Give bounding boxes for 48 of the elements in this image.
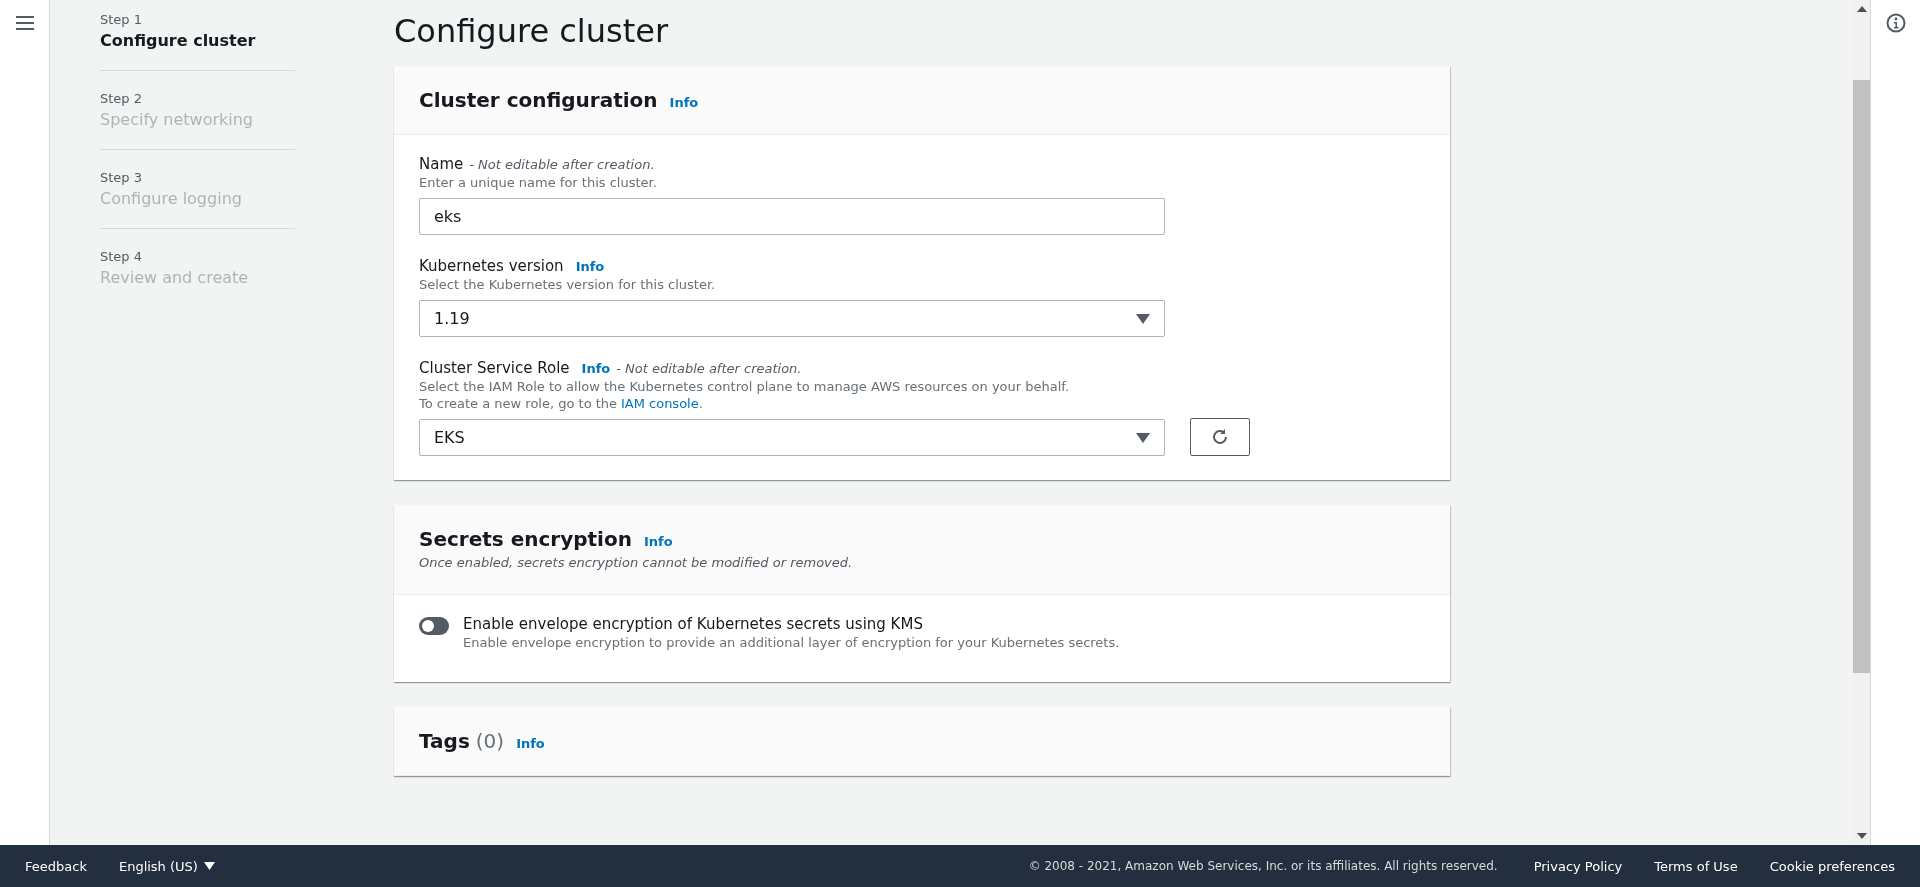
step-label: Step 2 — [100, 91, 143, 106]
caret-icon — [1136, 432, 1150, 443]
refresh-button[interactable] — [1190, 418, 1250, 456]
card-description: Once enabled, secrets encryption cannot be modified or removed. — [419, 555, 853, 570]
field-description: Select the Kubernetes version for this cluster. — [419, 277, 717, 292]
info-link[interactable]: Info — [516, 736, 545, 751]
footer-link[interactable]: Terms of Use — [1654, 858, 1738, 874]
scroll-up-icon[interactable] — [1856, 6, 1867, 12]
field-description: Enter a unique name for this cluster. — [419, 175, 658, 190]
punctuation: . — [698, 396, 703, 411]
step-label: Step 1 — [100, 12, 143, 27]
info-link[interactable]: Info — [575, 259, 605, 274]
tag-count: (0) — [475, 729, 505, 753]
iam-console-link[interactable]: IAM console — [620, 396, 699, 411]
language-selector[interactable]: English (US) — [118, 858, 215, 874]
caret-icon — [1136, 313, 1150, 324]
footer-link[interactable]: Cookie preferences — [1769, 858, 1895, 874]
caret-icon — [203, 862, 215, 870]
field-note: - Not editable after creation. — [616, 361, 802, 376]
field-label: Cluster Service Role — [419, 359, 570, 377]
card-title: Secrets encryption — [419, 527, 632, 551]
toggle-description: Enable envelope encryption to provide an additional layer of encryption for your Kubernetes secrets. — [463, 635, 1120, 650]
step-label: Step 3 — [100, 170, 143, 185]
toggle-switch[interactable] — [419, 617, 449, 635]
toggle-label: Enable envelope encryption of Kubernetes secrets using KMS — [463, 615, 924, 633]
menu-icon[interactable] — [15, 16, 34, 30]
page-title: Configure cluster — [394, 12, 670, 50]
version-select[interactable]: 1.19 — [419, 300, 1165, 337]
footer-link[interactable]: Privacy Policy — [1533, 858, 1623, 874]
field-note: - Not editable after creation. — [469, 157, 655, 172]
feedback-link[interactable]: Feedback — [25, 858, 87, 874]
step-label: Step 4 — [100, 249, 143, 264]
refresh-icon — [1210, 427, 1230, 447]
info-icon[interactable] — [1885, 13, 1906, 33]
field-label: Name — [419, 155, 464, 173]
field-description: Select the IAM Role to allow the Kubernetes control plane to manage AWS resources on your behalf. — [419, 379, 1071, 394]
copyright-text: © 2008 - 2021, Amazon Web Services, Inc. or its affiliates. All rights reserved. — [1028, 859, 1498, 873]
scroll-down-icon[interactable] — [1856, 833, 1867, 839]
step-link[interactable]: Configure cluster — [100, 31, 295, 50]
field-description: To create a new role, go to the — [419, 396, 618, 411]
card-title: Cluster configuration — [419, 88, 658, 112]
info-link[interactable]: Info — [669, 95, 699, 110]
card-title: Tags — [419, 729, 470, 753]
info-link[interactable]: Info — [581, 361, 611, 376]
name-input[interactable]: eks — [419, 198, 1165, 235]
info-link[interactable]: Info — [643, 534, 673, 549]
role-select[interactable]: EKS — [419, 419, 1165, 456]
field-label: Kubernetes version — [419, 257, 564, 275]
